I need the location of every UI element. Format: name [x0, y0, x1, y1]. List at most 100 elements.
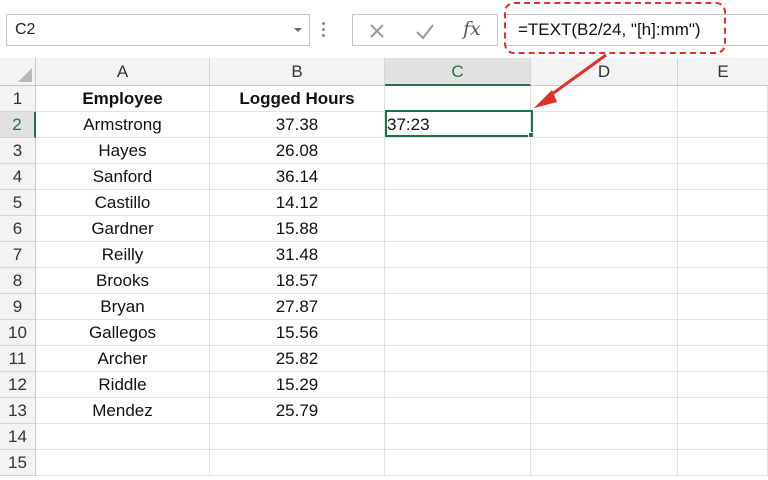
cell-c9[interactable]	[385, 294, 531, 320]
cell-c7[interactable]	[385, 242, 531, 268]
cell-c11[interactable]	[385, 346, 531, 372]
cell-e11[interactable]	[678, 346, 768, 372]
cell-d15[interactable]	[531, 450, 678, 476]
cell-d13[interactable]	[531, 398, 678, 424]
cell-d5[interactable]	[531, 190, 678, 216]
row-header-10[interactable]: 10	[0, 320, 36, 346]
cell-c15[interactable]	[385, 450, 531, 476]
cell-d4[interactable]	[531, 164, 678, 190]
chevron-down-icon[interactable]	[291, 23, 305, 37]
cell-d6[interactable]	[531, 216, 678, 242]
cell-b4[interactable]: 36.14	[210, 164, 385, 190]
row-header-15[interactable]: 15	[0, 450, 36, 476]
cell-e13[interactable]	[678, 398, 768, 424]
cell-e14[interactable]	[678, 424, 768, 450]
cell-b9[interactable]: 27.87	[210, 294, 385, 320]
cell-d11[interactable]	[531, 346, 678, 372]
cell-b8[interactable]: 18.57	[210, 268, 385, 294]
select-all-corner[interactable]	[0, 58, 36, 86]
cell-d2[interactable]	[531, 112, 678, 138]
cell-b12[interactable]: 15.29	[210, 372, 385, 398]
cell-a2[interactable]: Armstrong	[36, 112, 210, 138]
enter-check-icon[interactable]	[413, 19, 437, 43]
cell-c14[interactable]	[385, 424, 531, 450]
column-header-b[interactable]: B	[210, 58, 385, 86]
column-header-c[interactable]: C	[385, 58, 531, 86]
cell-d14[interactable]	[531, 424, 678, 450]
row-header-5[interactable]: 5	[0, 190, 36, 216]
cell-e1[interactable]	[678, 86, 768, 112]
row-header-12[interactable]: 12	[0, 372, 36, 398]
cell-e8[interactable]	[678, 268, 768, 294]
cell-a8[interactable]: Brooks	[36, 268, 210, 294]
cell-a4[interactable]: Sanford	[36, 164, 210, 190]
cell-a3[interactable]: Hayes	[36, 138, 210, 164]
row-header-11[interactable]: 11	[0, 346, 36, 372]
cell-b14[interactable]	[210, 424, 385, 450]
cell-a11[interactable]: Archer	[36, 346, 210, 372]
cell-b13[interactable]: 25.79	[210, 398, 385, 424]
cell-b11[interactable]: 25.82	[210, 346, 385, 372]
cell-b5[interactable]: 14.12	[210, 190, 385, 216]
cell-b2[interactable]: 37.38	[210, 112, 385, 138]
cell-a15[interactable]	[36, 450, 210, 476]
row-header-3[interactable]: 3	[0, 138, 36, 164]
cell-e5[interactable]	[678, 190, 768, 216]
cell-e15[interactable]	[678, 450, 768, 476]
cell-e12[interactable]	[678, 372, 768, 398]
cell-a10[interactable]: Gallegos	[36, 320, 210, 346]
cell-b3[interactable]: 26.08	[210, 138, 385, 164]
cell-a6[interactable]: Gardner	[36, 216, 210, 242]
cell-a5[interactable]: Castillo	[36, 190, 210, 216]
cell-e10[interactable]	[678, 320, 768, 346]
cell-e3[interactable]	[678, 138, 768, 164]
cell-d7[interactable]	[531, 242, 678, 268]
cell-a12[interactable]: Riddle	[36, 372, 210, 398]
cell-b7[interactable]: 31.48	[210, 242, 385, 268]
cell-d8[interactable]	[531, 268, 678, 294]
insert-function-icon[interactable]: fx	[463, 18, 481, 40]
row-header-6[interactable]: 6	[0, 216, 36, 242]
active-cell-c2[interactable]	[385, 110, 533, 137]
row-header-8[interactable]: 8	[0, 268, 36, 294]
row-header-13[interactable]: 13	[0, 398, 36, 424]
name-box[interactable]: C2	[6, 14, 310, 46]
cell-e6[interactable]	[678, 216, 768, 242]
cell-a9[interactable]: Bryan	[36, 294, 210, 320]
cell-c3[interactable]	[385, 138, 531, 164]
cell-a13[interactable]: Mendez	[36, 398, 210, 424]
cell-c12[interactable]	[385, 372, 531, 398]
cell-d12[interactable]	[531, 372, 678, 398]
formula-input[interactable]: =TEXT(B2/24, "[h]:mm")	[504, 14, 768, 46]
cell-c1[interactable]	[385, 86, 531, 112]
cell-d9[interactable]	[531, 294, 678, 320]
cell-a14[interactable]	[36, 424, 210, 450]
cell-e4[interactable]	[678, 164, 768, 190]
cell-a7[interactable]: Reilly	[36, 242, 210, 268]
cell-c10[interactable]	[385, 320, 531, 346]
cell-e2[interactable]	[678, 112, 768, 138]
cell-b10[interactable]: 15.56	[210, 320, 385, 346]
drag-handle-icon[interactable]	[322, 22, 326, 38]
row-header-4[interactable]: 4	[0, 164, 36, 190]
cell-c5[interactable]	[385, 190, 531, 216]
row-header-2[interactable]: 2	[0, 112, 36, 138]
cell-d1[interactable]	[531, 86, 678, 112]
cell-e7[interactable]	[678, 242, 768, 268]
cell-c6[interactable]	[385, 216, 531, 242]
row-header-1[interactable]: 1	[0, 86, 36, 112]
row-header-14[interactable]: 14	[0, 424, 36, 450]
cell-d10[interactable]	[531, 320, 678, 346]
cell-b6[interactable]: 15.88	[210, 216, 385, 242]
column-header-e[interactable]: E	[678, 58, 768, 86]
cell-a1[interactable]: Employee	[36, 86, 210, 112]
column-header-a[interactable]: A	[36, 58, 210, 86]
cell-b1[interactable]: Logged Hours	[210, 86, 385, 112]
cell-c13[interactable]	[385, 398, 531, 424]
row-header-7[interactable]: 7	[0, 242, 36, 268]
fill-handle[interactable]	[528, 132, 534, 138]
row-header-9[interactable]: 9	[0, 294, 36, 320]
column-header-d[interactable]: D	[531, 58, 678, 86]
cancel-icon[interactable]	[365, 19, 389, 43]
cell-b15[interactable]	[210, 450, 385, 476]
